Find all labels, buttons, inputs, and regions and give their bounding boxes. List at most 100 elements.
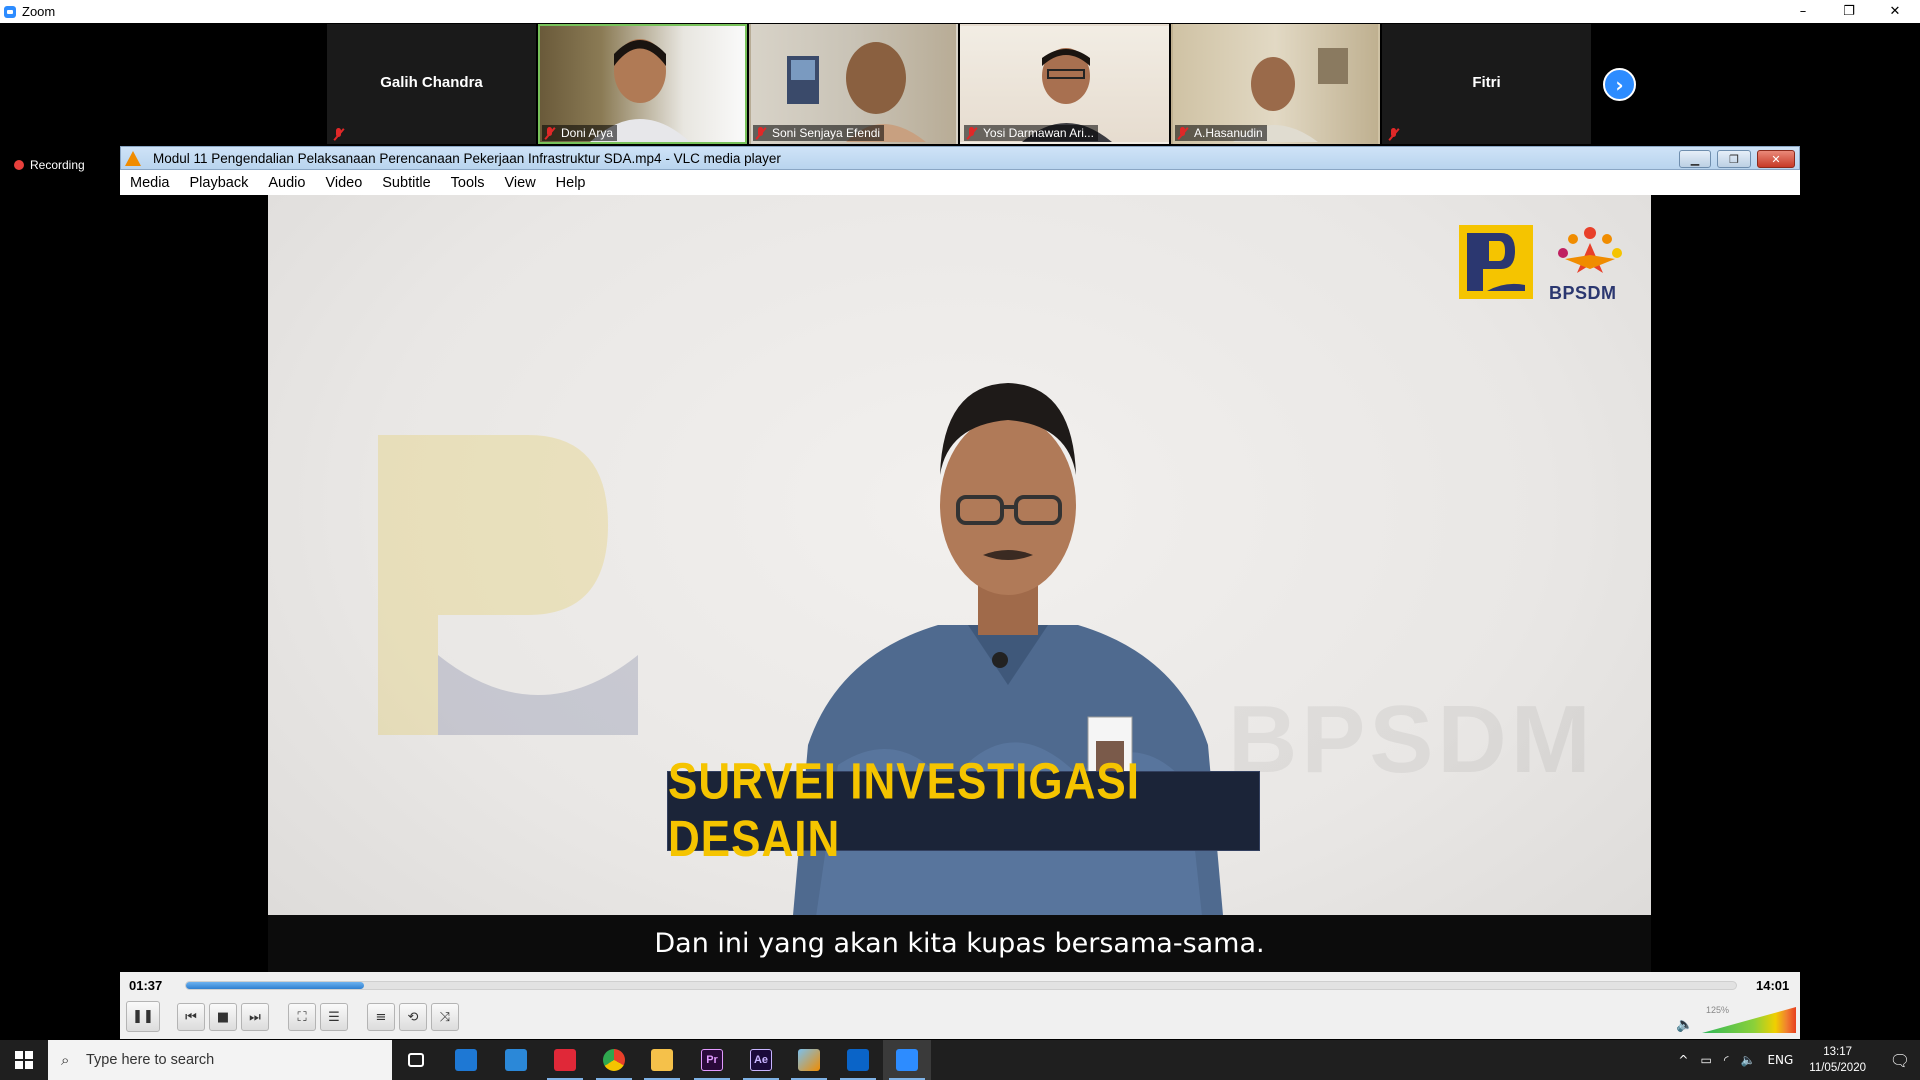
- vlc-restore-button[interactable]: ❐: [1717, 150, 1751, 168]
- stop-button[interactable]: ■: [209, 1003, 237, 1031]
- mic-muted-icon: [544, 126, 556, 140]
- participant-tile[interactable]: Fitri: [1382, 24, 1591, 144]
- network-icon[interactable]: ◜: [1724, 1053, 1729, 1067]
- store-icon[interactable]: [442, 1040, 490, 1080]
- outlook-icon[interactable]: [834, 1040, 882, 1080]
- elapsed-time: 01:37: [129, 978, 163, 993]
- menu-tools[interactable]: Tools: [451, 175, 485, 191]
- language-indicator[interactable]: ENG: [1767, 1053, 1793, 1067]
- search-icon: ⌕: [61, 1051, 70, 1069]
- total-duration: 14:01: [1756, 978, 1790, 993]
- vlc-titlebar: Modul 11 Pengendalian Pelaksanaan Perenc…: [120, 146, 1800, 170]
- caption-text: SURVEI INVESTIGASI DESAIN: [668, 753, 1140, 868]
- notification-center-icon[interactable]: 🗨: [1880, 1051, 1920, 1070]
- loop-button[interactable]: ⟲: [399, 1003, 427, 1031]
- participant-tile[interactable]: A.Hasanudin: [1171, 24, 1380, 144]
- volume-tray-icon[interactable]: 🔈: [1740, 1053, 1755, 1067]
- extended-settings-button[interactable]: ☰: [320, 1003, 348, 1031]
- menu-media[interactable]: Media: [130, 175, 170, 191]
- participant-label: A.Hasanudin: [1175, 125, 1267, 141]
- vlc-window: Modul 11 Pengendalian Pelaksanaan Perenc…: [120, 146, 1800, 1039]
- participant-tile[interactable]: Yosi Darmawan Ari...: [960, 24, 1169, 144]
- paint-icon[interactable]: [785, 1040, 833, 1080]
- recording-label: Recording: [30, 158, 85, 172]
- participant-tile[interactable]: Galih Chandra: [327, 24, 536, 144]
- bpsdm-emblem-icon: [1558, 227, 1622, 273]
- menu-playback[interactable]: Playback: [190, 175, 249, 191]
- subtitle-bar: Dan ini yang akan kita kupas bersama-sam…: [268, 915, 1651, 972]
- premiere-icon[interactable]: Pr: [688, 1040, 736, 1080]
- seek-bar[interactable]: [185, 981, 1737, 990]
- show-hidden-icons-icon[interactable]: ^: [1678, 1053, 1688, 1067]
- clock[interactable]: 13:17 11/05/2020: [1809, 1044, 1866, 1076]
- lower-third-caption: SURVEI INVESTIGASI DESAIN: [667, 754, 1260, 867]
- menu-view[interactable]: View: [505, 175, 536, 191]
- mic-muted-icon: [755, 126, 767, 140]
- system-tray: ^ ▭ ◜ 🔈 ENG 13:17 11/05/2020 🗨: [1672, 1040, 1920, 1080]
- menu-video[interactable]: Video: [325, 175, 362, 191]
- playlist-button[interactable]: ≡: [367, 1003, 395, 1031]
- subtitle-text: Dan ini yang akan kita kupas bersama-sam…: [654, 928, 1265, 959]
- minimize-button[interactable]: –: [1780, 0, 1826, 23]
- taskbar-search-input[interactable]: ⌕ Type here to search: [48, 1040, 392, 1080]
- zoom-titlebar: Zoom – ❐ ✕: [0, 0, 1920, 23]
- vlc-minimize-button[interactable]: ▁: [1679, 150, 1711, 168]
- seek-row: 01:37 14:01: [120, 972, 1800, 998]
- participant-name: A.Hasanudin: [1194, 126, 1263, 140]
- speaker-icon[interactable]: 🔈: [1676, 1017, 1693, 1033]
- start-button[interactable]: [0, 1040, 48, 1080]
- bpsdm-logo: BPSDM: [1545, 225, 1635, 305]
- mic-muted-icon: [1388, 128, 1400, 141]
- mic-muted-icon: [1177, 126, 1189, 140]
- shuffle-button[interactable]: ⤨: [431, 1003, 459, 1031]
- file-explorer-icon[interactable]: [638, 1040, 686, 1080]
- next-button[interactable]: ⏭: [241, 1003, 269, 1031]
- recording-dot-icon: [14, 160, 24, 170]
- participant-tile[interactable]: Soni Senjaya Efendi: [749, 24, 958, 144]
- previous-button[interactable]: ⏮: [177, 1003, 205, 1031]
- participant-tile[interactable]: Doni Arya: [538, 24, 747, 144]
- recording-indicator: Recording: [14, 158, 85, 172]
- vlc-close-button[interactable]: ✕: [1757, 150, 1795, 168]
- volume-percent: 125%: [1706, 1005, 1730, 1015]
- presenter-figure: [788, 383, 1228, 972]
- video-display[interactable]: BPSDM BPSDM SURVEI INVESTIGASI DESAIN Da…: [120, 195, 1800, 972]
- vlc-window-title: Modul 11 Pengendalian Pelaksanaan Perenc…: [153, 150, 781, 166]
- zoom-taskbar-icon[interactable]: [883, 1040, 931, 1080]
- clock-time: 13:17: [1823, 1046, 1853, 1058]
- after-effects-icon[interactable]: Ae: [737, 1040, 785, 1080]
- battery-icon[interactable]: ▭: [1700, 1053, 1711, 1067]
- mail-icon[interactable]: [492, 1040, 540, 1080]
- participant-label: Yosi Darmawan Ari...: [964, 125, 1098, 141]
- mic-muted-icon: [333, 128, 345, 141]
- vlc-cone-icon: [125, 150, 141, 166]
- zoom-app-icon: [4, 5, 16, 18]
- participant-name: Yosi Darmawan Ari...: [983, 126, 1094, 140]
- menu-audio[interactable]: Audio: [268, 175, 305, 191]
- seek-progress: [186, 982, 365, 989]
- background-watermark-text: BPSDM: [1228, 686, 1595, 793]
- gift-app-icon[interactable]: [541, 1040, 589, 1080]
- chrome-icon[interactable]: [590, 1040, 638, 1080]
- restore-button[interactable]: ❐: [1826, 0, 1872, 23]
- pu-logo: [1459, 225, 1533, 299]
- volume-control[interactable]: 🔈 125%: [1676, 1005, 1796, 1033]
- search-placeholder: Type here to search: [86, 1052, 215, 1068]
- participant-label: Soni Senjaya Efendi: [753, 125, 885, 141]
- fullscreen-button[interactable]: ⛶: [288, 1003, 316, 1031]
- close-button[interactable]: ✕: [1872, 0, 1918, 23]
- next-participants-button[interactable]: ›: [1603, 68, 1636, 101]
- participant-name: Fitri: [1472, 74, 1501, 91]
- pause-button[interactable]: ❚❚: [126, 1001, 160, 1032]
- menu-help[interactable]: Help: [556, 175, 586, 191]
- menu-subtitle[interactable]: Subtitle: [382, 175, 430, 191]
- participant-strip: Galih Chandra Doni Arya Soni Senjaya Efe…: [327, 24, 1593, 144]
- bpsdm-logo-text: BPSDM: [1549, 283, 1617, 303]
- participant-label: Doni Arya: [542, 125, 618, 141]
- background-pu-logo: [378, 435, 638, 735]
- task-view-icon[interactable]: [392, 1040, 440, 1080]
- clock-date: 11/05/2020: [1809, 1062, 1866, 1074]
- windows-logo-icon: [15, 1051, 33, 1069]
- participant-name: Soni Senjaya Efendi: [772, 126, 881, 140]
- video-frame: BPSDM BPSDM SURVEI INVESTIGASI DESAIN: [268, 195, 1651, 972]
